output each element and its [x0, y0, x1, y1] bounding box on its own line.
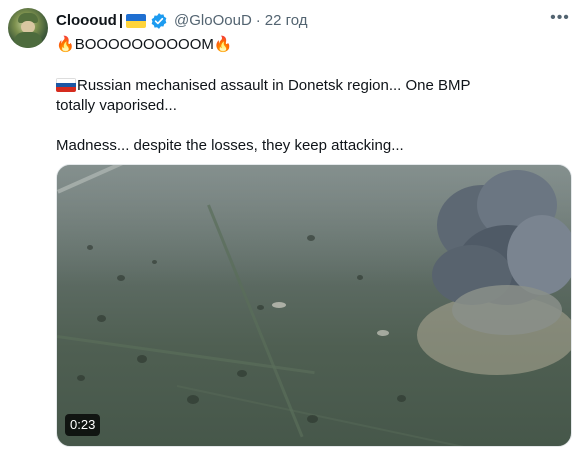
fire-emoji-icon: 🔥 — [213, 35, 233, 53]
handle[interactable]: @GloOouD — [174, 11, 252, 31]
fire-emoji-icon: 🔥 — [56, 35, 75, 53]
video-crater — [257, 305, 264, 310]
tweet-text-line-1: 🔥BOOOOOOOOOOM🔥 — [56, 34, 566, 55]
video-player[interactable]: 0:23 — [56, 164, 572, 447]
video-crater — [397, 395, 406, 402]
tweet-text-line-2: Russian mechanised assault in Donetsk re… — [56, 76, 496, 116]
video-crater — [357, 275, 363, 280]
video-crater — [307, 415, 318, 423]
tweet-text-boom: BOOOOOOOOOOM — [74, 36, 214, 53]
video-duration-badge: 0:23 — [65, 414, 101, 436]
video-crater — [97, 315, 106, 322]
russia-flag-icon — [56, 78, 76, 92]
display-name[interactable]: Cloooud — [56, 11, 117, 31]
timestamp[interactable]: 22 год — [265, 11, 308, 31]
tweet-text-line-3: Madness... despite the losses, they keep… — [56, 137, 404, 154]
video-crater — [272, 302, 286, 308]
video-crater — [87, 245, 93, 250]
video-crater — [307, 235, 315, 241]
video-crater — [237, 370, 247, 377]
tweet[interactable]: Cloooud | @GloOouD · 22 год ••• 🔥BOOOOOO… — [0, 0, 580, 455]
dot-separator: · — [255, 12, 261, 29]
video-crater — [377, 330, 389, 336]
video-smoke — [507, 215, 571, 295]
more-horizontal-icon[interactable]: ••• — [548, 6, 572, 30]
video-crater — [117, 275, 125, 281]
video-smoke — [452, 285, 562, 335]
ukraine-flag-icon — [126, 14, 147, 28]
video-crater — [152, 260, 157, 264]
tweet-text-assault: Russian mechanised assault in Donetsk re… — [56, 77, 471, 114]
avatar-body — [14, 32, 42, 48]
video-field-line — [176, 385, 471, 446]
display-name-separator: | — [118, 12, 124, 29]
video-crater — [77, 375, 85, 381]
video-crater — [187, 395, 199, 404]
avatar[interactable] — [8, 8, 48, 48]
verified-badge-icon — [150, 12, 168, 30]
tweet-header: Cloooud | @GloOouD · 22 год — [56, 11, 308, 31]
video-crater — [137, 355, 147, 363]
